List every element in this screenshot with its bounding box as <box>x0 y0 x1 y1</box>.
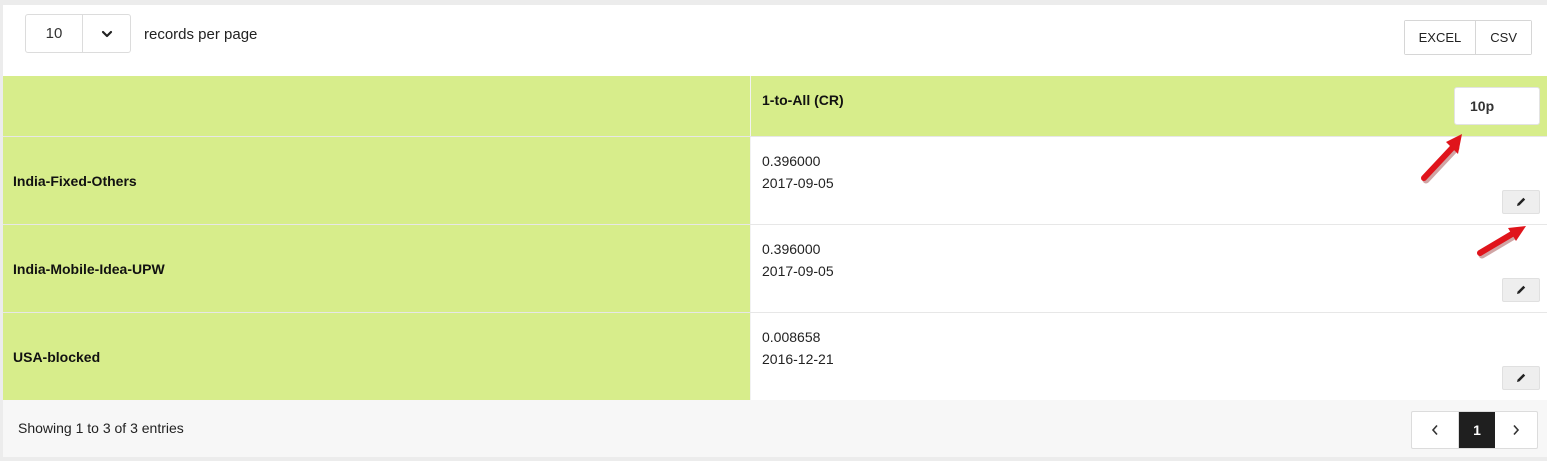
row-name-cell: India-Fixed-Others <box>3 137 751 224</box>
annotation-arrow-icon <box>1421 134 1462 184</box>
chevron-right-icon <box>1513 424 1520 436</box>
records-per-page-value: 10 <box>26 15 83 52</box>
chevron-left-icon <box>1431 424 1438 436</box>
previous-page-button[interactable] <box>1412 412 1459 448</box>
datatable-panel: 10 records per page EXCEL CSV 1-to-All (… <box>3 5 1547 457</box>
chevron-down-icon[interactable] <box>83 15 130 52</box>
pencil-icon <box>1517 285 1526 294</box>
pagination: 1 <box>1411 411 1538 449</box>
rate-value: 0.008658 <box>762 329 821 345</box>
table-footer: Showing 1 to 3 of 3 entries 1 <box>3 400 1547 457</box>
annotation-arrow-icon <box>1477 226 1526 259</box>
pencil-icon <box>1517 373 1526 382</box>
pencil-icon <box>1517 197 1526 206</box>
rate-date: 2016-12-21 <box>762 351 834 367</box>
rate-date: 2017-09-05 <box>762 263 834 279</box>
table-row: India-Mobile-Idea-UPW 0.396000 2017-09-0… <box>3 225 1547 313</box>
row-name-cell: India-Mobile-Idea-UPW <box>3 225 751 312</box>
table-row: India-Fixed-Others 0.396000 2017-09-05 <box>3 137 1547 225</box>
rate-value: 0.396000 <box>762 153 821 169</box>
column-filter-input[interactable]: 10p <box>1454 87 1540 125</box>
edit-button[interactable] <box>1502 190 1540 214</box>
row-rate-cell: 0.396000 2017-09-05 <box>751 225 1547 312</box>
edit-button[interactable] <box>1502 278 1540 302</box>
export-csv-button[interactable]: CSV <box>1475 21 1531 54</box>
records-per-page-label: records per page <box>144 26 258 43</box>
column-title: 1-to-All (CR) <box>762 92 844 108</box>
export-excel-button[interactable]: EXCEL <box>1404 21 1476 54</box>
export-buttons: EXCEL CSV <box>1403 20 1532 55</box>
table-row: USA-blocked 0.008658 2016-12-21 <box>3 313 1547 400</box>
header-column-cell: 1-to-All (CR) 10p <box>751 76 1547 136</box>
header-empty-cell <box>3 76 751 136</box>
row-rate-cell: 0.008658 2016-12-21 <box>751 313 1547 400</box>
entries-info: Showing 1 to 3 of 3 entries <box>18 420 184 436</box>
rate-date: 2017-09-05 <box>762 175 834 191</box>
records-per-page-select[interactable]: 10 <box>25 14 131 53</box>
rates-table: 1-to-All (CR) 10p India-Fixed-Others 0.3… <box>3 76 1547 400</box>
edit-button[interactable] <box>1502 366 1540 390</box>
row-name-cell: USA-blocked <box>3 313 751 400</box>
next-page-button[interactable] <box>1495 412 1537 448</box>
page-button-current[interactable]: 1 <box>1459 412 1495 448</box>
table-header-row: 1-to-All (CR) 10p <box>3 76 1547 137</box>
rate-value: 0.396000 <box>762 241 821 257</box>
